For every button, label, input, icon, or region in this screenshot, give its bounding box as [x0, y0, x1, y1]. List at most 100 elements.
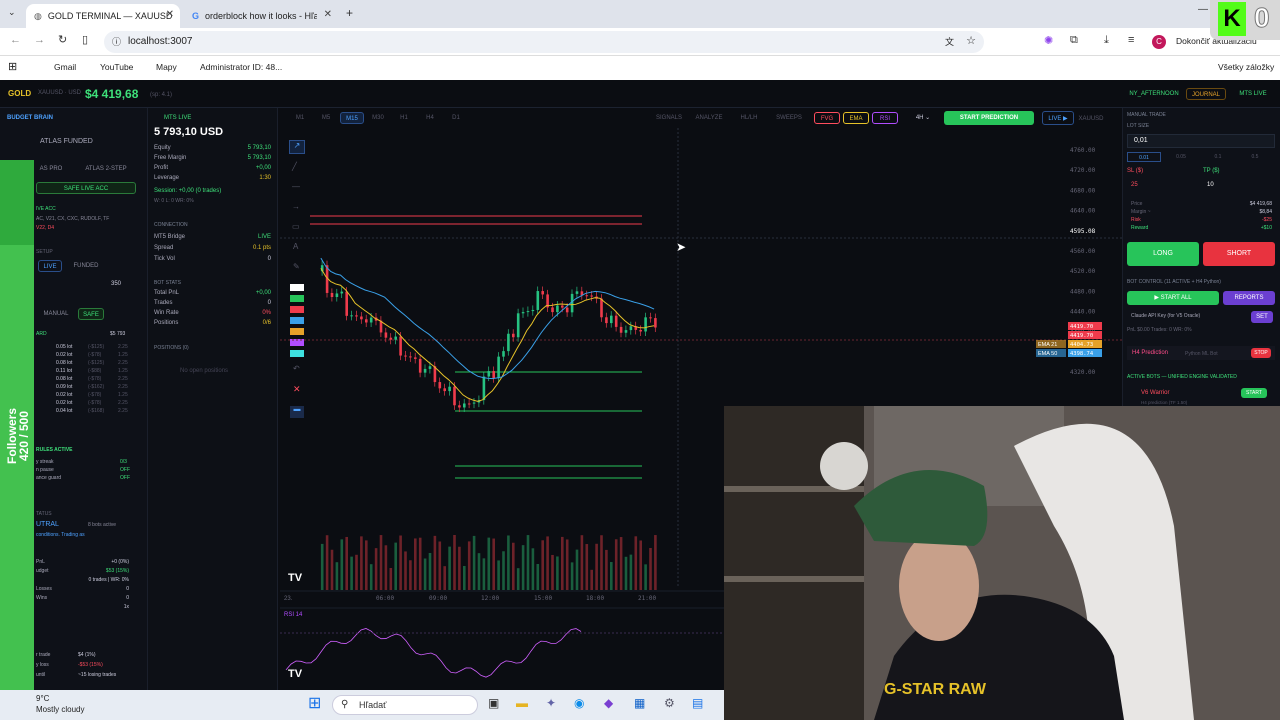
tab-search-icon[interactable]: ≡	[1128, 34, 1134, 46]
lot-size[interactable]: 0.08 lot	[56, 376, 72, 382]
connection-row-label[interactable]: Tick Vol	[154, 256, 175, 262]
bookmark-youtube[interactable]: YouTube	[86, 62, 133, 72]
task-view-icon[interactable]: ▣	[488, 696, 499, 710]
download-icon[interactable]: ⤓	[1104, 34, 1109, 47]
bot-stat-row-value[interactable]: 0/6	[263, 320, 271, 326]
rule-name[interactable]: ance guard	[36, 475, 61, 481]
account-row-label[interactable]: Leverage	[154, 175, 179, 181]
limit-value[interactable]: $4 (1%)	[78, 652, 130, 658]
lot-rr[interactable]: 2.25	[118, 408, 128, 414]
tab-as-pro[interactable]: AS PRO	[36, 163, 66, 175]
start-v6-button[interactable]: START	[1241, 388, 1267, 398]
trade-info-label[interactable]: Price	[1131, 201, 1142, 207]
lot-preset[interactable]: 0.1	[1201, 152, 1235, 162]
bot-stat-row-label[interactable]: Win Rate	[154, 310, 179, 316]
bot-stat-row-value[interactable]: 0%	[262, 310, 271, 316]
windows-start-icon[interactable]: ⊞	[308, 696, 321, 712]
account-row-label[interactable]: Profit	[154, 165, 168, 171]
connection-row-label[interactable]: MT5 Bridge	[154, 234, 185, 240]
bookmark-admin[interactable]: Administrator ID: 48...	[186, 62, 282, 72]
connection-row-value[interactable]: LIVE	[258, 234, 271, 240]
bot-stat-row-label[interactable]: Total PnL	[154, 290, 179, 296]
lot-rr[interactable]: 2.25	[118, 360, 128, 366]
bot-stat-row-value[interactable]: 0	[268, 300, 271, 306]
file-explorer-icon[interactable]: ▬	[516, 696, 528, 710]
stat-value[interactable]: $53 (15%)	[106, 568, 129, 574]
weather-desc[interactable]: Mostly cloudy	[36, 705, 84, 714]
taskbar-search[interactable]: ⚲ Hľadať	[332, 695, 478, 715]
reports-button[interactable]: REPORTS	[1223, 291, 1275, 305]
lot-risk[interactable]: (-$125)	[88, 360, 104, 366]
lot-risk[interactable]: (-$88)	[88, 368, 101, 374]
limit-name[interactable]: until	[36, 672, 45, 678]
lot-rr[interactable]: 1.25	[118, 368, 128, 374]
app-icon[interactable]: ◆	[604, 696, 613, 710]
bot-stat-row-value[interactable]: +0,00	[256, 290, 271, 296]
lot-rr[interactable]: 2.25	[118, 384, 128, 390]
extensions-puzzle-icon[interactable]: ⧉	[1070, 34, 1078, 47]
set-api-key-button[interactable]: SET	[1251, 311, 1273, 323]
limit-name[interactable]: r trade	[36, 652, 50, 658]
limit-value[interactable]: -$53 (15%)	[78, 662, 130, 668]
lot-risk[interactable]: (-$125)	[88, 344, 104, 350]
close-tab-icon[interactable]: ✕	[324, 9, 332, 20]
close-tab-icon[interactable]: ✕	[166, 9, 174, 20]
reload-icon[interactable]: ↻	[58, 33, 67, 46]
tp-input[interactable]: 10	[1207, 182, 1214, 188]
journal-button[interactable]: JOURNAL	[1186, 88, 1226, 100]
bookmark-star-icon[interactable]: ☆	[966, 34, 976, 47]
teams-icon[interactable]: ✦	[546, 696, 556, 710]
apps-grid-icon[interactable]: ⊞	[8, 60, 17, 73]
stat-value[interactable]: 0	[126, 595, 129, 601]
all-bookmarks[interactable]: Všetky záložky	[1204, 62, 1274, 72]
lot-size-input[interactable]: 0,01	[1127, 134, 1275, 148]
trade-info-label[interactable]: Reward	[1131, 225, 1148, 231]
rule-name[interactable]: y streak	[36, 459, 54, 465]
rule-value[interactable]: OFF	[120, 475, 130, 481]
mode-funded-button[interactable]: FUNDED	[70, 260, 102, 272]
app2-icon[interactable]: ▤	[692, 696, 703, 710]
stat-value[interactable]: 0	[126, 586, 129, 592]
sidepanel-icon[interactable]: ▯	[82, 33, 88, 46]
new-tab-icon[interactable]: +	[346, 6, 353, 20]
lot-size[interactable]: 0.04 lot	[56, 408, 72, 414]
trade-info-value[interactable]: -$25	[1262, 217, 1272, 223]
account-row-label[interactable]: Free Margin	[154, 155, 186, 161]
lot-size[interactable]: 0.09 lot	[56, 384, 72, 390]
forward-icon[interactable]: →	[34, 34, 45, 46]
connection-row-label[interactable]: Spread	[154, 245, 173, 251]
lot-size[interactable]: 0.05 lot	[56, 344, 72, 350]
stat-name[interactable]: Losses	[36, 586, 52, 592]
back-icon[interactable]: ←	[10, 34, 21, 46]
qty-value[interactable]: 350	[111, 281, 121, 287]
extension-purple-icon[interactable]: ✺	[1044, 34, 1053, 47]
lot-preset[interactable]: 0.05	[1164, 152, 1198, 162]
limit-name[interactable]: y loss	[36, 662, 49, 668]
start-all-button[interactable]: ▶ START ALL	[1127, 291, 1219, 305]
trade-info-value[interactable]: $8,84	[1259, 209, 1272, 215]
account-row-value[interactable]: 5 793,10	[248, 145, 271, 151]
safe-live-acc-button[interactable]: SAFE LIVE ACC	[36, 182, 136, 194]
bot-stat-row-label[interactable]: Trades	[154, 300, 172, 306]
trade-info-value[interactable]: +$10	[1261, 225, 1272, 231]
minimize-icon[interactable]: —	[1198, 4, 1208, 15]
translate-icon[interactable]: 文	[945, 35, 954, 48]
safe-button[interactable]: SAFE	[78, 308, 104, 320]
tab-list-chevron-icon[interactable]: ⌄	[8, 7, 16, 18]
tab-gold-terminal[interactable]: ◍ GOLD TERMINAL — XAUUSD ✕	[26, 4, 180, 28]
trade-info-label[interactable]: Risk	[1131, 217, 1141, 223]
stat-name[interactable]: udget	[36, 568, 49, 574]
rule-value[interactable]: OFF	[120, 467, 130, 473]
lot-size[interactable]: 0.02 lot	[56, 352, 72, 358]
rule-value[interactable]: 0/3	[120, 459, 127, 465]
account-row-value[interactable]: +0,00	[256, 165, 271, 171]
weather-temp[interactable]: 9°C	[36, 694, 49, 703]
trade-info-value[interactable]: $4 419,68	[1250, 201, 1272, 207]
lot-risk[interactable]: (-$168)	[88, 408, 104, 414]
stat-name[interactable]: PnL	[36, 559, 45, 565]
lot-risk[interactable]: (-$78)	[88, 400, 101, 406]
profile-avatar[interactable]: C	[1152, 35, 1166, 49]
url-input[interactable]: ⓘ localhost:3007 文 ☆	[104, 31, 984, 53]
long-button[interactable]: LONG	[1127, 242, 1199, 266]
connection-row-value[interactable]: 0	[268, 256, 271, 262]
